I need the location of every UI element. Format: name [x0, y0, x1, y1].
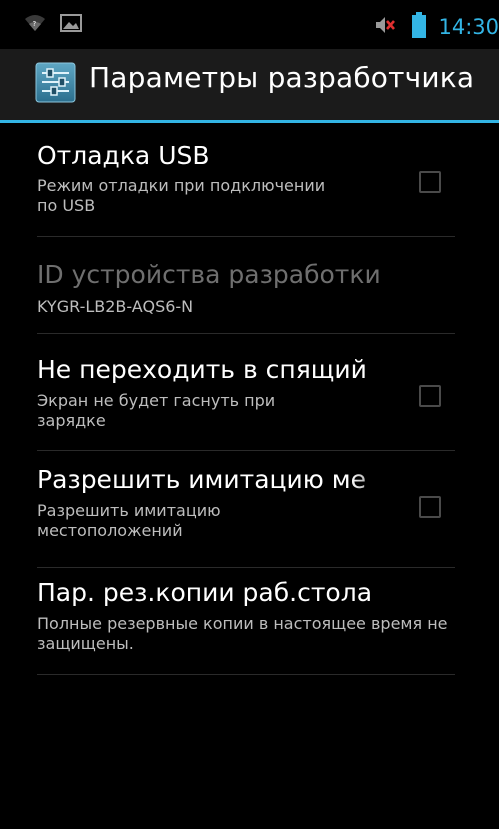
status-bar: ? 14:30 — [0, 0, 499, 49]
mute-icon — [374, 14, 396, 40]
settings-list: Отладка USB Режим отладки при подключени… — [0, 123, 499, 675]
list-item-stay-awake[interactable]: Не переходить в спящий Экран не будет га… — [37, 334, 455, 451]
developer-settings-icon[interactable] — [35, 62, 76, 103]
item-subtitle: Разрешить имитацию местоположений — [37, 501, 221, 540]
list-item-dev-device-id: ID устройства разработки KYGR-LB2B-AQS6-… — [37, 237, 455, 334]
usb-debugging-checkbox[interactable] — [419, 171, 441, 193]
item-title: Отладка USB — [37, 141, 210, 170]
clock: 14:30 — [438, 15, 499, 39]
status-bar-system: 14:30 — [374, 12, 499, 42]
list-item-desktop-backup-password[interactable]: Пар. рез.копии раб.стола Полные резервны… — [37, 568, 455, 675]
title-fade — [351, 464, 401, 506]
wifi-icon: ? — [24, 14, 46, 36]
list-item-usb-debugging[interactable]: Отладка USB Режим отладки при подключени… — [37, 123, 455, 237]
item-title: Разрешить имитацию ме — [37, 465, 367, 494]
status-bar-notifications: ? — [24, 14, 82, 36]
stay-awake-checkbox[interactable] — [419, 385, 441, 407]
item-subtitle: Режим отладки при подключении по USB — [37, 176, 326, 215]
item-title: ID устройства разработки — [37, 260, 381, 289]
item-subtitle: Экран не будет гаснуть при зарядке — [37, 391, 276, 430]
item-title: Пар. рез.копии раб.стола — [37, 578, 373, 607]
page-title: Параметры разработчика — [89, 61, 475, 94]
item-subtitle: Полные резервные копии в настоящее время… — [37, 614, 448, 653]
action-bar: Параметры разработчика — [0, 49, 499, 123]
battery-icon — [412, 12, 427, 42]
svg-text:?: ? — [33, 20, 37, 28]
image-notification-icon — [60, 14, 82, 36]
mock-locations-checkbox[interactable] — [419, 496, 441, 518]
item-title: Не переходить в спящий — [37, 355, 367, 384]
item-subtitle: KYGR-LB2B-AQS6-N — [37, 297, 194, 316]
list-item-mock-locations[interactable]: Разрешить имитацию ме Разрешить имитацию… — [37, 451, 455, 568]
